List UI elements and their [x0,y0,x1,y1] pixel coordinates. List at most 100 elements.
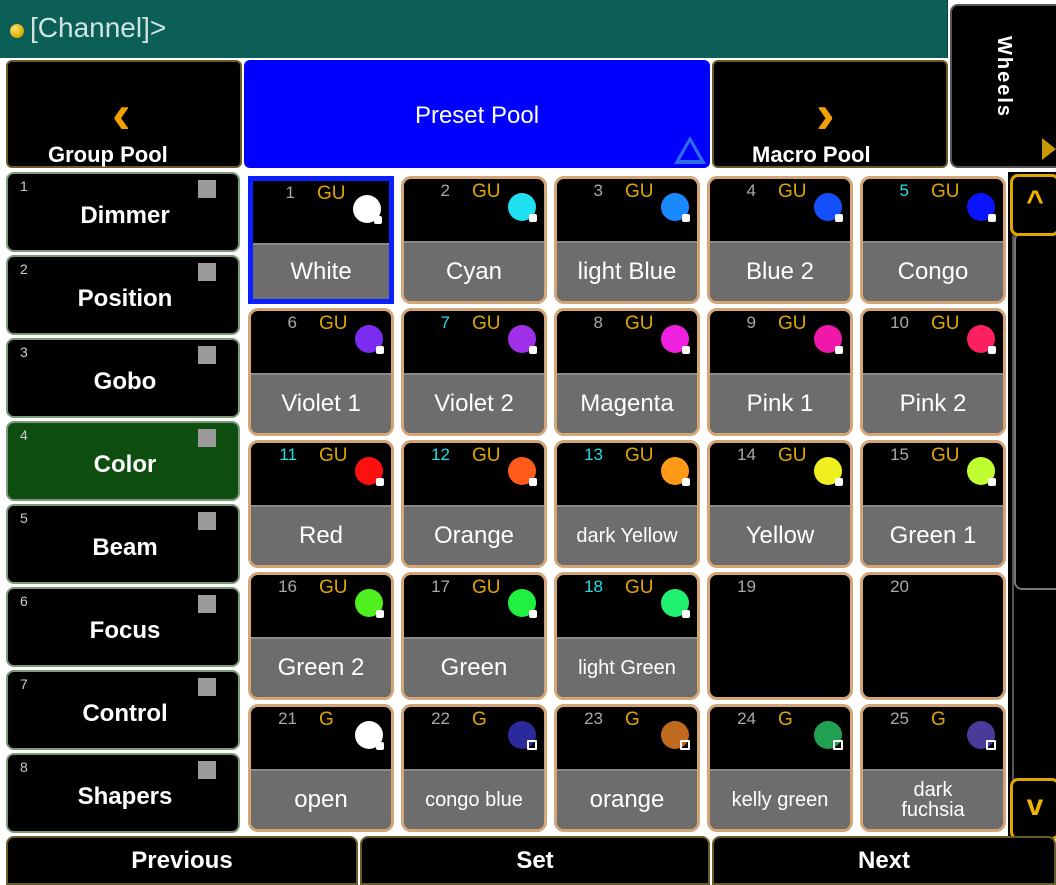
preset-tag: G [472,709,487,730]
preset-tag: GU [472,445,501,466]
preset-type-number: 1 [20,178,28,194]
preset-cell[interactable]: 5 GU Congo [860,176,1006,304]
preset-cell[interactable]: 2 GU Cyan [401,176,547,304]
color-indicator-icon [353,195,382,224]
preset-type-shapers[interactable]: 8 Shapers [6,753,240,833]
set-button[interactable]: Set [360,836,710,885]
indicator-square [198,346,216,364]
preset-type-gobo[interactable]: 3 Gobo [6,338,240,418]
color-indicator-icon [355,325,384,354]
preset-cell[interactable]: 24 Gkelly green [707,704,853,832]
indicator-square [198,761,216,779]
preset-tag: G [625,709,640,730]
macro-pool-button[interactable]: › Macro Pool [712,60,948,168]
preset-cell[interactable]: 9 GU Pink 1 [707,308,853,436]
color-indicator-icon [814,325,843,354]
preset-type-color[interactable]: 4 Color [6,421,240,501]
preset-cell[interactable]: 4 GU Blue 2 [707,176,853,304]
preset-type-beam[interactable]: 5 Beam [6,504,240,584]
preset-cell[interactable]: 15 GU Green 1 [860,440,1006,568]
scroll-thumb[interactable] [1014,232,1056,590]
preset-name: Congo [863,241,1003,301]
preset-tag: GU [319,577,348,598]
preset-cell[interactable]: 1 GU White [248,176,394,304]
scrollbar[interactable]: ^ v [1008,172,1056,840]
preset-name: Green 1 [863,505,1003,565]
preset-cell[interactable]: 7 GU Violet 2 [401,308,547,436]
preset-tag: GU [778,313,807,334]
preset-pool-title[interactable]: Preset Pool [244,60,710,168]
preset-cell[interactable]: 6 GU Violet 1 [248,308,394,436]
preset-cell[interactable]: 13 GU dark Yellow [554,440,700,568]
preset-cell[interactable]: 19 [707,572,853,700]
preset-number: 11 [279,445,297,464]
preset-type-number: 2 [20,261,28,277]
preset-name: Violet 1 [251,373,391,433]
preset-cell[interactable]: 16 GU Green 2 [248,572,394,700]
scroll-down-button[interactable]: v [1010,778,1056,840]
preset-name: Magenta [557,373,697,433]
preset-cell[interactable]: 23 Gorange [554,704,700,832]
preset-type-dimmer[interactable]: 1 Dimmer [6,172,240,252]
preset-name: Cyan [404,241,544,301]
chevron-down-icon: v [1026,789,1044,822]
preset-type-position[interactable]: 2 Position [6,255,240,335]
preset-name: Violet 2 [404,373,544,433]
color-indicator-icon [661,193,690,222]
color-indicator-icon [814,457,843,486]
preset-tag: GU [319,313,348,334]
group-pool-button[interactable]: ‹ Group Pool [6,60,242,168]
preset-number: 20 [890,577,909,596]
preset-number: 19 [737,577,756,596]
preset-cell[interactable]: 18 GU light Green [554,572,700,700]
preset-tag: GU [778,181,807,202]
preset-cell[interactable]: 20 [860,572,1006,700]
preset-number: 4 [746,181,756,200]
preset-cell[interactable]: 3 GU light Blue [554,176,700,304]
preset-type-label: Focus [89,617,161,644]
color-indicator-icon [355,589,384,618]
preset-cell[interactable]: 8 GU Magenta [554,308,700,436]
next-button[interactable]: Next [712,836,1056,885]
command-line[interactable]: [Channel]> [0,0,948,58]
preset-name: White [253,243,389,299]
chevron-left-icon: ‹ [112,82,131,145]
macro-pool-label: Macro Pool [752,142,871,167]
preset-pool-label: Preset Pool [414,102,540,129]
preset-name: congo blue [404,769,544,829]
preset-tag: GU [625,181,654,202]
preset-number: 8 [593,313,603,332]
preset-cell[interactable]: 25 Gdark fuchsia [860,704,1006,832]
preset-type-number: 3 [20,344,28,360]
preset-cell[interactable]: 17 GU Green [401,572,547,700]
preset-tag: G [778,709,793,730]
preset-number: 3 [593,181,603,200]
color-indicator-icon [661,721,690,750]
command-line-text: [Channel]> [30,12,167,43]
color-indicator-icon [661,589,690,618]
preset-number: 12 [431,445,450,464]
preset-cell[interactable]: 12 GU Orange [401,440,547,568]
preset-cell[interactable]: 14 GU Yellow [707,440,853,568]
preset-type-label: Color [93,451,157,478]
wheels-tab[interactable]: Wheels [950,4,1056,168]
color-indicator-icon [661,457,690,486]
preset-number: 15 [890,445,909,464]
preset-tag: GU [319,445,348,466]
preset-type-focus[interactable]: 6 Focus [6,587,240,667]
preset-tag: GU [625,313,654,334]
options-triangle-icon [674,136,706,164]
preset-cell[interactable]: 10 GU Pink 2 [860,308,1006,436]
preset-cell[interactable]: 22 Gcongo blue [401,704,547,832]
preset-name: Blue 2 [710,241,850,301]
preset-cell[interactable]: 21 Gopen [248,704,394,832]
chevron-up-icon: ^ [1026,185,1044,218]
color-indicator-icon [967,325,996,354]
preset-cell[interactable]: 11 GU Red [248,440,394,568]
expand-arrow-icon [1042,138,1056,160]
preset-type-label: Beam [92,534,158,561]
previous-button[interactable]: Previous [6,836,358,885]
preset-type-number: 6 [20,593,28,609]
preset-type-control[interactable]: 7 Control [6,670,240,750]
scroll-up-button[interactable]: ^ [1010,174,1056,236]
